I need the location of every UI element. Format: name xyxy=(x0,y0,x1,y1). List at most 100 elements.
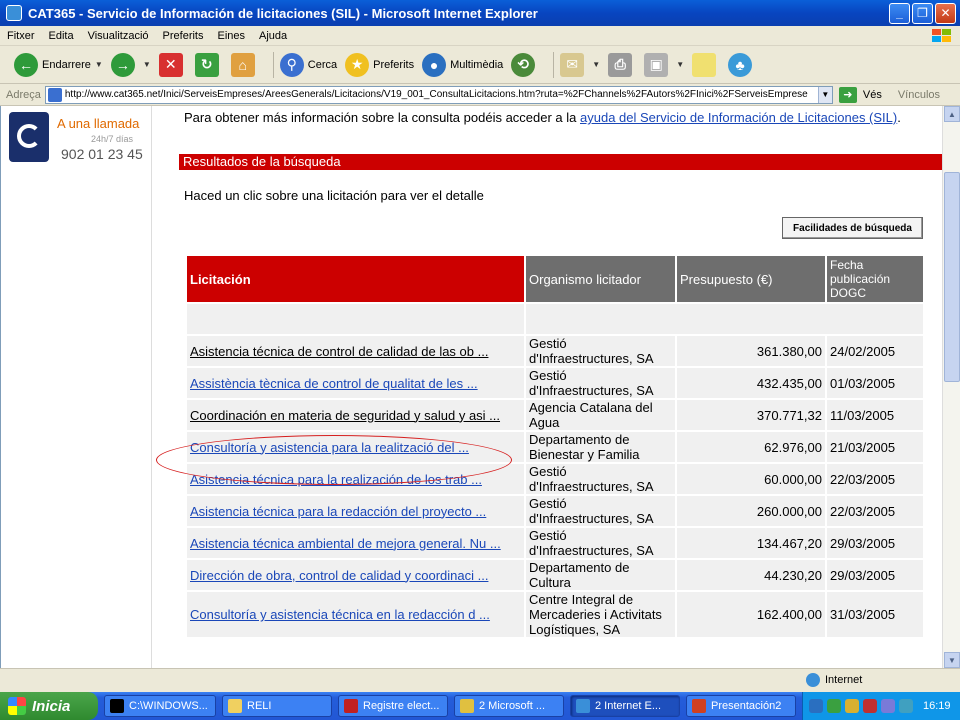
help-link[interactable]: ayuda del Servicio de Información de Lic… xyxy=(580,110,897,125)
presupuesto-cell: 361.380,00 xyxy=(677,336,825,366)
fecha-cell: 11/03/2005 xyxy=(827,400,923,430)
licitacion-link[interactable]: Asistencia técnica ambiental de mejora g… xyxy=(190,536,501,551)
messenger-button[interactable]: ♣ xyxy=(728,52,756,77)
chevron-down-icon[interactable]: ▼ xyxy=(95,60,103,69)
table-row[interactable]: Asistencia técnica ambiental de mejora g… xyxy=(187,528,923,558)
mail-button[interactable]: ✉ ▼ xyxy=(560,52,600,77)
licitacion-cell: Asistencia técnica de control de calidad… xyxy=(187,336,524,366)
vertical-scrollbar[interactable]: ▲ ▼ xyxy=(942,106,960,668)
title-bar: CAT365 - Servicio de Información de lici… xyxy=(0,0,960,26)
tray-icon[interactable] xyxy=(827,699,841,713)
licitacion-cell: Asistencia técnica para la realización d… xyxy=(187,464,524,494)
media-button[interactable]: ● Multimèdia xyxy=(422,52,503,77)
tray-icon[interactable] xyxy=(863,699,877,713)
col-header-organismo[interactable]: Organismo licitador xyxy=(526,256,675,302)
search-facilities-button[interactable]: Facilidades de búsqueda xyxy=(782,217,923,239)
organismo-cell: Agencia Catalana del Agua xyxy=(526,400,675,430)
history-button[interactable]: ⟲ xyxy=(511,52,539,77)
task-reli[interactable]: RELI xyxy=(222,695,332,717)
licitacion-link[interactable]: Assistència tècnica de control de qualit… xyxy=(190,376,478,391)
go-button[interactable]: ➜ Vés xyxy=(838,86,882,103)
chevron-down-icon[interactable]: ▼ xyxy=(676,60,684,69)
table-row[interactable]: Assistència tècnica de control de qualit… xyxy=(187,368,923,398)
left-panel: A una llamada 24h/7 días 902 01 23 45 xyxy=(1,106,152,668)
task-microsoft[interactable]: 2 Microsoft ... xyxy=(454,695,564,717)
security-zone: Internet xyxy=(806,673,862,687)
menu-fitxer[interactable]: Fitxer xyxy=(0,30,42,42)
licitacion-cell: Coordinación en materia de seguridad y s… xyxy=(187,400,524,430)
address-bar: Adreça http://www.cat365.net/Inici/Serve… xyxy=(0,84,960,106)
licitacion-link[interactable]: Consultoría y asistencia técnica en la r… xyxy=(190,607,490,622)
menu-ajuda[interactable]: Ajuda xyxy=(252,30,294,42)
licitacion-link[interactable]: Consultoría y asistencia para la realitz… xyxy=(190,440,469,455)
menu-edita[interactable]: Edita xyxy=(42,30,81,42)
licitacion-link[interactable]: Asistencia técnica de control de calidad… xyxy=(190,344,488,359)
licitacion-link[interactable]: Asistencia técnica para la realización d… xyxy=(190,472,482,487)
subheader-cell xyxy=(187,304,524,334)
scroll-up-icon[interactable]: ▲ xyxy=(944,106,960,122)
table-row[interactable]: Dirección de obra, control de calidad y … xyxy=(187,560,923,590)
chevron-down-icon[interactable]: ▼ xyxy=(817,86,832,103)
scroll-thumb[interactable] xyxy=(944,172,960,382)
menu-eines[interactable]: Eines xyxy=(211,30,253,42)
forward-button[interactable]: → ▼ xyxy=(110,52,151,77)
table-row[interactable]: Asistencia técnica para la redacción del… xyxy=(187,496,923,526)
subheader-cell xyxy=(526,304,923,334)
task-presentacion[interactable]: Presentación2 xyxy=(686,695,796,717)
home-button[interactable]: ⌂ xyxy=(230,52,259,77)
task-internet[interactable]: 2 Internet E... xyxy=(570,695,680,717)
col-header-licitacion[interactable]: Licitación xyxy=(187,256,524,302)
edit-button[interactable]: ▣ ▼ xyxy=(644,52,684,77)
links-label[interactable]: Vínculos xyxy=(898,89,940,101)
results-table: Licitación Organismo licitador Presupues… xyxy=(185,254,925,639)
stop-button[interactable]: ✕ xyxy=(158,52,187,77)
start-button[interactable]: Inicia xyxy=(0,692,98,720)
table-row[interactable]: Asistencia técnica de control de calidad… xyxy=(187,336,923,366)
menu-visualitzacio[interactable]: Visualització xyxy=(81,30,156,42)
print-button[interactable]: ⎙ xyxy=(608,52,636,77)
col-header-presupuesto[interactable]: Presupuesto (€) xyxy=(677,256,825,302)
presupuesto-cell: 370.771,32 xyxy=(677,400,825,430)
phone-ad-banner[interactable]: A una llamada 24h/7 días 902 01 23 45 xyxy=(9,110,145,166)
notes-button[interactable] xyxy=(692,52,720,77)
table-row[interactable]: Asistencia técnica para la realización d… xyxy=(187,464,923,494)
chevron-down-icon[interactable]: ▼ xyxy=(592,60,600,69)
task-registre[interactable]: Registre elect... xyxy=(338,695,448,717)
table-row[interactable]: Consultoría y asistencia técnica en la r… xyxy=(187,592,923,637)
tray-icon[interactable] xyxy=(845,699,859,713)
refresh-button[interactable]: ↻ xyxy=(194,52,223,77)
col-header-fecha[interactable]: Fecha publicación DOGC xyxy=(827,256,923,302)
task-label: Presentación2 xyxy=(711,700,782,712)
search-icon: ⚲ xyxy=(279,52,304,77)
address-label: Adreça xyxy=(6,88,41,101)
maximize-button[interactable]: ❐ xyxy=(912,2,933,24)
table-row[interactable]: Consultoría y asistencia para la realitz… xyxy=(187,432,923,462)
licitacion-link[interactable]: Dirección de obra, control de calidad y … xyxy=(190,568,488,583)
task-cmd[interactable]: C:\WINDOWS... xyxy=(104,695,216,717)
messenger-icon: ♣ xyxy=(728,52,753,77)
address-input[interactable]: http://www.cat365.net/Inici/ServeisEmpre… xyxy=(44,85,833,104)
chevron-down-icon[interactable]: ▼ xyxy=(143,60,151,69)
licitacion-cell: Consultoría y asistencia para la realitz… xyxy=(187,432,524,462)
menu-preferits[interactable]: Preferits xyxy=(156,30,211,42)
close-button[interactable]: ✕ xyxy=(935,2,956,24)
back-button[interactable]: ← Endarrere ▼ xyxy=(14,52,103,77)
minimize-button[interactable]: _ xyxy=(889,2,910,24)
tray-icon[interactable] xyxy=(881,699,895,713)
tray-icon[interactable] xyxy=(899,699,913,713)
search-button[interactable]: ⚲ Cerca xyxy=(279,52,337,77)
mail-icon: ✉ xyxy=(560,52,585,77)
organismo-cell: Gestió d'Infraestructures, SA xyxy=(526,528,675,558)
table-row[interactable]: Coordinación en materia de seguridad y s… xyxy=(187,400,923,430)
task-label: 2 Internet E... xyxy=(595,700,662,712)
favorites-button[interactable]: ★ Preferits xyxy=(345,52,414,77)
address-url[interactable]: http://www.cat365.net/Inici/ServeisEmpre… xyxy=(65,89,818,100)
scroll-down-icon[interactable]: ▼ xyxy=(944,652,960,668)
tray-icon[interactable] xyxy=(809,699,823,713)
licitacion-link[interactable]: Coordinación en materia de seguridad y s… xyxy=(190,408,500,423)
licitacion-link[interactable]: Asistencia técnica para la redacción del… xyxy=(190,504,486,519)
zone-label: Internet xyxy=(825,674,863,686)
organismo-cell: Departamento de Bienestar y Familia xyxy=(526,432,675,462)
page-icon xyxy=(47,87,62,102)
presupuesto-cell: 162.400,00 xyxy=(677,592,825,637)
